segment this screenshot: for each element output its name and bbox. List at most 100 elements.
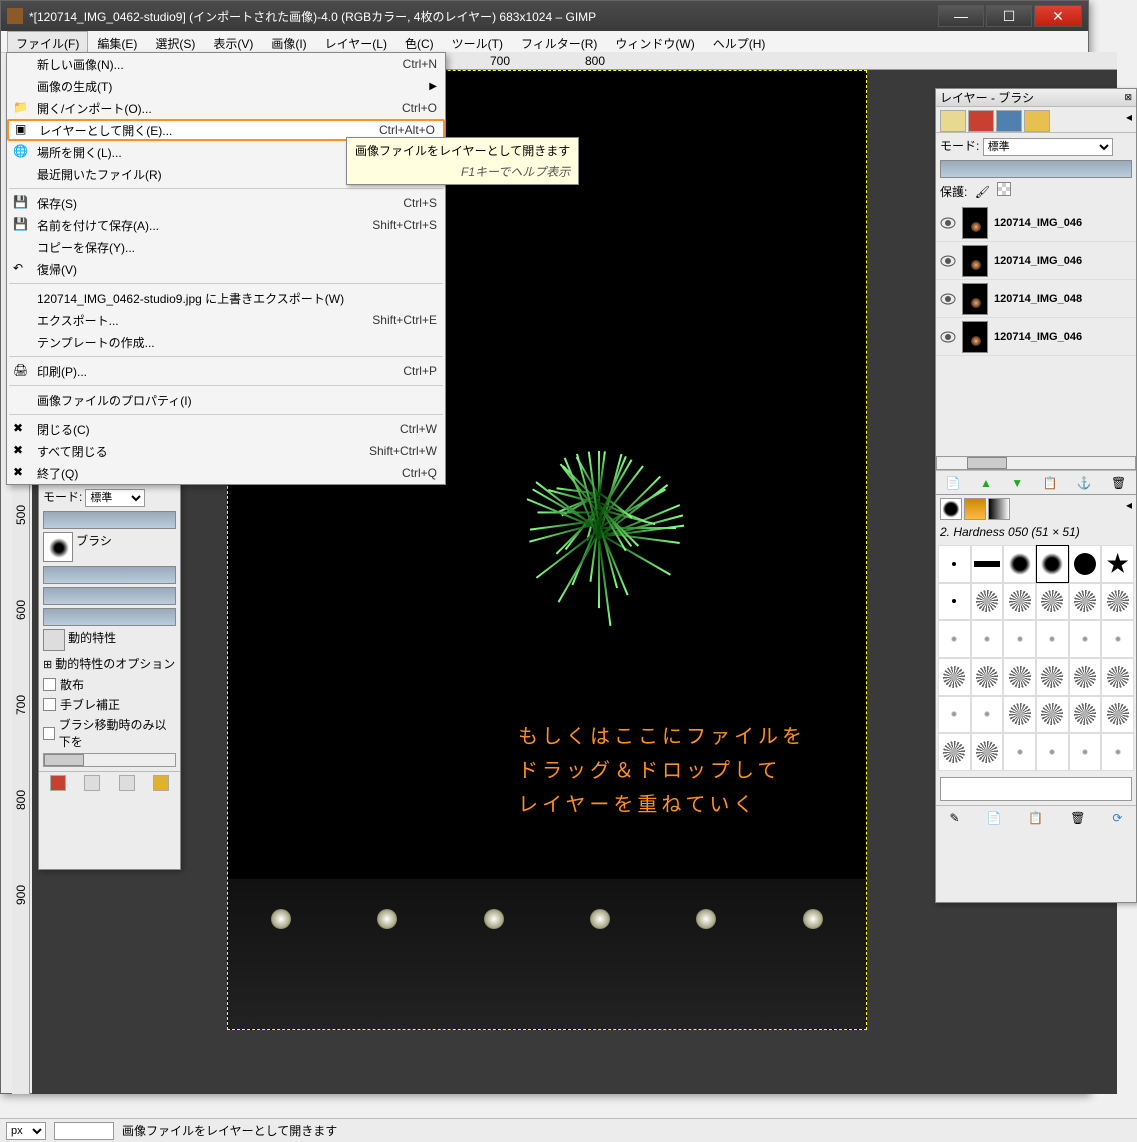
mode-select[interactable]: 標準 [85, 489, 145, 507]
layers-panel-close-icon[interactable]: ⊠ [1124, 92, 1132, 103]
menu-item[interactable]: 120714_IMG_0462-studio9.jpg に上書きエクスポート(W… [7, 287, 445, 309]
brush-cell[interactable] [938, 733, 971, 771]
menubar-item-2[interactable]: 選択(S) [146, 31, 204, 52]
brush-preview[interactable] [43, 532, 73, 562]
brush-cell[interactable] [971, 583, 1004, 621]
restore-preset-icon[interactable] [84, 775, 100, 791]
size-slider[interactable] [43, 566, 176, 584]
brush-cell[interactable] [1069, 583, 1102, 621]
brush-tab-1[interactable] [940, 498, 962, 520]
brush-cell[interactable] [938, 658, 971, 696]
maximize-button[interactable]: ☐ [986, 5, 1032, 27]
menubar-item-7[interactable]: ツール(T) [443, 31, 512, 52]
brush-cell[interactable] [1036, 733, 1069, 771]
brush-cell[interactable] [1101, 620, 1134, 658]
titlebar[interactable]: *[120714_IMG_0462-studio9] (インポートされた画像)-… [1, 1, 1088, 31]
brush-cell[interactable] [1101, 696, 1134, 734]
menu-item[interactable]: エクスポート...Shift+Ctrl+E [7, 309, 445, 331]
minimize-button[interactable]: — [938, 5, 984, 27]
menu-item[interactable]: 新しい画像(N)...Ctrl+N [7, 53, 445, 75]
menubar-item-8[interactable]: フィルター(R) [512, 31, 606, 52]
brush-cell[interactable] [1069, 545, 1102, 583]
brush-cell[interactable] [1069, 733, 1102, 771]
brush-cell[interactable] [971, 733, 1004, 771]
eye-icon[interactable] [940, 217, 956, 229]
layers-tab-paths[interactable] [996, 110, 1022, 132]
layers-panel[interactable]: レイヤー - ブラシ ⊠ ◂ モード: 標準 保護: 🖌 120714_IMG_… [935, 88, 1137, 903]
menu-item[interactable]: 画像の生成(T)▶ [7, 75, 445, 97]
layers-tab-layers[interactable] [940, 110, 966, 132]
brush-cell[interactable] [1069, 620, 1102, 658]
dup-brush-icon[interactable]: 📋 [1028, 811, 1043, 825]
brush-cell[interactable] [1003, 545, 1036, 583]
layer-item[interactable]: 120714_IMG_048 [936, 280, 1136, 318]
menu-item[interactable]: 💾保存(S)Ctrl+S [7, 192, 445, 214]
brush-cell[interactable] [1003, 658, 1036, 696]
menu-item[interactable]: テンプレートの作成... [7, 331, 445, 353]
menu-item[interactable]: ✖終了(Q)Ctrl+Q [7, 462, 445, 484]
refresh-brush-icon[interactable]: ⟳ [1112, 811, 1122, 825]
dynamics-options[interactable]: ⊞ 動的特性のオプション [43, 655, 176, 672]
moveonly-checkbox[interactable]: ブラシ移動時のみ以下を [43, 716, 176, 750]
menu-item[interactable]: ✖すべて閉じるShift+Ctrl+W [7, 440, 445, 462]
menu-item[interactable]: コピーを保存(Y)... [7, 236, 445, 258]
brush-tab-3[interactable] [988, 498, 1010, 520]
layers-tab-menu-icon[interactable]: ◂ [1126, 110, 1132, 132]
brush-cell[interactable] [1069, 658, 1102, 696]
brush-cell[interactable] [938, 545, 971, 583]
brush-cell[interactable] [1036, 583, 1069, 621]
brush-cell[interactable] [938, 620, 971, 658]
reset-preset-icon[interactable] [153, 775, 169, 791]
smooth-checkbox[interactable]: 手ブレ補正 [43, 696, 176, 713]
layers-tab-undo[interactable] [1024, 110, 1050, 132]
new-brush-icon[interactable]: 📄 [986, 811, 1001, 825]
edit-brush-icon[interactable]: ✎ [949, 811, 959, 825]
menu-item[interactable]: 📁開く/インポート(O)...Ctrl+O [7, 97, 445, 119]
lock-pixel-icon[interactable]: 🖌 [975, 185, 990, 199]
layer-item[interactable]: 120714_IMG_046 [936, 242, 1136, 280]
save-preset-icon[interactable] [50, 775, 66, 791]
brush-cell[interactable] [1036, 696, 1069, 734]
lock-alpha-icon[interactable] [997, 182, 1011, 196]
menubar-item-5[interactable]: レイヤー(L) [316, 31, 396, 52]
brush-cell[interactable] [971, 620, 1004, 658]
scatter-checkbox[interactable]: 散布 [43, 676, 176, 693]
menu-item[interactable]: ↶復帰(V) [7, 258, 445, 280]
ratio-slider[interactable] [43, 587, 176, 605]
unit-select[interactable]: px [6, 1122, 46, 1140]
brush-cell[interactable] [1069, 696, 1102, 734]
dup-layer-icon[interactable]: 📋 [1042, 476, 1057, 490]
brush-cell[interactable] [1101, 658, 1134, 696]
layers-tab-channels[interactable] [968, 110, 994, 132]
menubar-item-6[interactable]: 色(C) [396, 31, 443, 52]
menubar-item-3[interactable]: 表示(V) [204, 31, 262, 52]
angle-slider[interactable] [43, 608, 176, 626]
brush-tab-menu-icon[interactable]: ◂ [1126, 498, 1132, 518]
brush-tab-2[interactable] [964, 498, 986, 520]
brush-cell[interactable] [938, 583, 971, 621]
delete-preset-icon[interactable] [119, 775, 135, 791]
brush-cell[interactable] [1101, 583, 1134, 621]
dynamics-preview[interactable] [43, 629, 65, 651]
eye-icon[interactable] [940, 293, 956, 305]
menu-item[interactable]: ✖閉じる(C)Ctrl+W [7, 418, 445, 440]
raise-layer-icon[interactable]: ▲ [980, 476, 992, 490]
delete-layer-icon[interactable]: 🗑 [1111, 476, 1126, 490]
brush-cell[interactable] [971, 696, 1004, 734]
layer-opacity-slider[interactable] [940, 160, 1132, 178]
brush-cell[interactable] [971, 545, 1004, 583]
brush-cell[interactable] [938, 696, 971, 734]
anchor-layer-icon[interactable]: ⚓ [1077, 476, 1092, 490]
menu-item[interactable]: 🖨印刷(P)...Ctrl+P [7, 360, 445, 382]
brush-cell[interactable] [1101, 733, 1134, 771]
brush-cell[interactable] [1003, 733, 1036, 771]
brush-cell[interactable] [971, 658, 1004, 696]
opacity-slider[interactable] [43, 511, 176, 529]
menubar-item-9[interactable]: ウィンドウ(W) [606, 31, 703, 52]
menubar-item-10[interactable]: ヘルプ(H) [704, 31, 775, 52]
layer-item[interactable]: 120714_IMG_046 [936, 318, 1136, 356]
del-brush-icon[interactable]: 🗑 [1070, 811, 1085, 825]
layer-mode-select[interactable]: 標準 [983, 138, 1113, 156]
brush-cell[interactable] [1003, 696, 1036, 734]
brush-spacing[interactable] [940, 777, 1132, 801]
